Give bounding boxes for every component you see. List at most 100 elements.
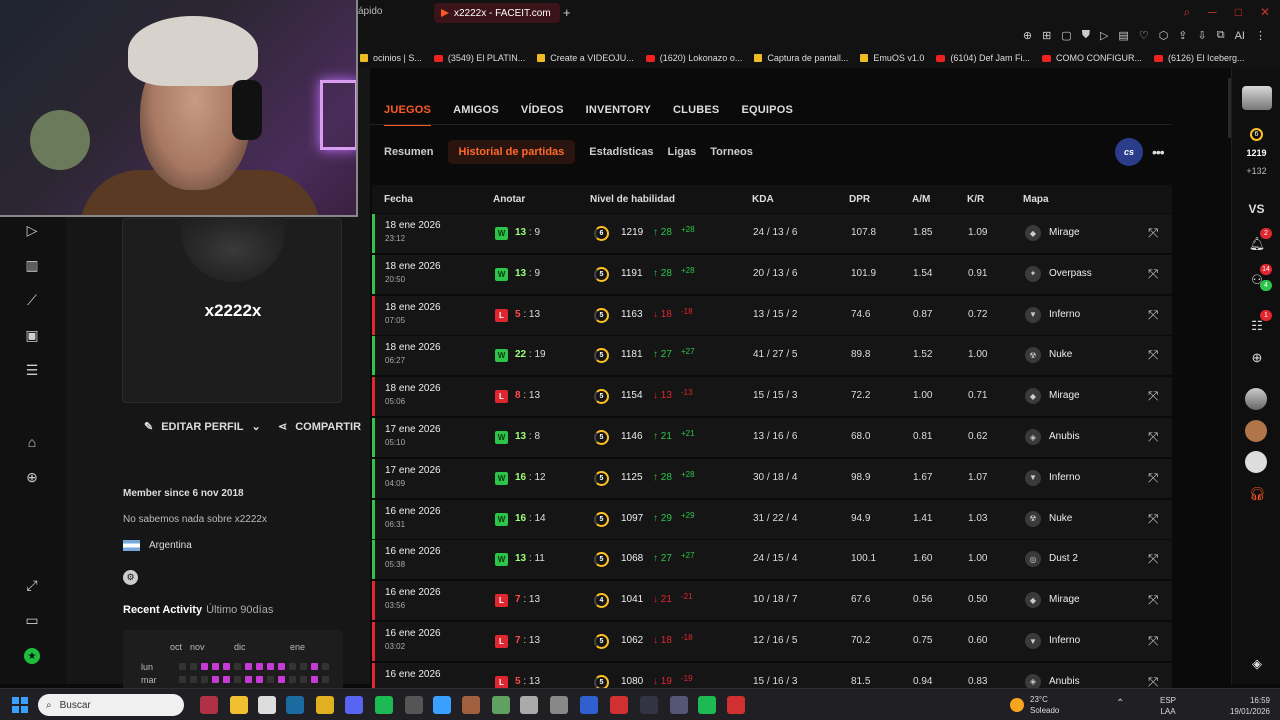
ai-button[interactable]: AI (1235, 30, 1245, 42)
app-icon[interactable] (316, 696, 334, 714)
table-row[interactable]: 16 ene 2026 05:38 W 1068 24 / 15 / 4 100.1 1.6… (372, 540, 1172, 580)
expand-match-icon[interactable]: ⤧ (1148, 225, 1158, 241)
app-icon[interactable] (462, 696, 480, 714)
shield-icon[interactable]: ⛊ (1082, 29, 1090, 42)
app-icon[interactable] (670, 696, 688, 714)
language-indicator[interactable]: ESP LAA (1160, 695, 1176, 717)
add-icon[interactable]: ⊕ (22, 467, 42, 487)
bookmark-item[interactable]: EmuOS v1.0 (860, 53, 924, 63)
app-icon[interactable] (640, 696, 658, 714)
expand-match-icon[interactable]: ⤧ (1148, 307, 1158, 323)
bookmark-item[interactable]: (6104) Def Jam Fi... (936, 53, 1030, 63)
table-row[interactable]: 18 ene 2026 06:27 W 1181 41 / 27 / 5 89.8 1.52… (372, 336, 1172, 376)
close-icon[interactable]: ✕ (1260, 5, 1270, 20)
subtab-estadisticas[interactable]: Estadísticas (589, 140, 653, 164)
table-row[interactable]: 18 ene 2026 07:05 L 1163 13 / 15 / 2 74.6 0.87… (372, 295, 1172, 335)
heart-icon[interactable]: ♡ (1139, 29, 1149, 42)
expand-match-icon[interactable]: ⤧ (1148, 266, 1158, 282)
download-icon[interactable]: ⇩ (1198, 29, 1207, 42)
subtab-torneos[interactable]: Torneos (710, 140, 753, 164)
system-tray[interactable]: ⌃ (1116, 698, 1124, 709)
friend-avatar[interactable] (1245, 388, 1267, 410)
table-row[interactable]: 18 ene 2026 23:12 W 1219 24 / 13 / 6 107.8 1.8… (372, 214, 1172, 253)
share-button[interactable]: ⋖ COMPARTIR (278, 420, 361, 434)
bookmark-item[interactable]: (3549) El PLATIN... (433, 53, 525, 63)
more-options-icon[interactable]: ••• (1152, 144, 1165, 160)
tab-clubes[interactable]: CLUBES (673, 104, 719, 116)
share-icon[interactable]: ⇪ (1178, 29, 1187, 42)
zoom-icon[interactable]: ⊕ (1023, 29, 1032, 42)
app-icon[interactable] (610, 696, 628, 714)
edit-profile-button[interactable]: ✎ EDITAR PERFIL ⌄ (144, 420, 261, 434)
star-icon[interactable]: ★ (24, 648, 40, 664)
spotify-icon[interactable] (698, 696, 716, 714)
subtab-ligas[interactable]: Ligas (668, 140, 697, 164)
app-icon[interactable] (492, 696, 510, 714)
bookmark-item[interactable]: Create a VIDEOJU... (537, 53, 634, 63)
translate-icon[interactable]: ⊞ (1042, 29, 1051, 42)
expand-icon[interactable]: ⤢ (22, 575, 42, 595)
bookmark-item[interactable]: (6126) El Iceberg... (1153, 53, 1245, 63)
puzzle-icon[interactable]: ⧉ (1217, 29, 1225, 42)
expand-match-icon[interactable]: ⤧ (1148, 511, 1158, 527)
app-icon[interactable] (520, 696, 538, 714)
vs-button[interactable]: VS (1232, 202, 1280, 216)
tab-videos[interactable]: VÍDEOS (521, 104, 564, 116)
maximize-icon[interactable]: □ (1235, 5, 1242, 20)
app-icon[interactable] (200, 696, 218, 714)
stats-icon[interactable]: ⟋ (22, 290, 42, 310)
folder-icon[interactable] (230, 696, 248, 714)
add-icon[interactable]: ⊕ (1247, 348, 1267, 368)
taskbar-clock[interactable]: 16:59 19/01/2026 (1226, 695, 1270, 717)
table-row[interactable]: 18 ene 2026 20:50 W 1191 20 / 13 / 6 101.9 1.5… (372, 254, 1172, 294)
weather-widget[interactable]: 23°C Soleado (1010, 694, 1059, 716)
play-icon[interactable]: ▷ (22, 220, 42, 240)
shield-icon[interactable] (580, 696, 598, 714)
steam-icon[interactable] (286, 696, 304, 714)
tab-equipos[interactable]: EQUIPOS (741, 104, 793, 116)
extensions-icon[interactable]: ⬡ (1159, 29, 1169, 42)
app-icon[interactable] (727, 696, 745, 714)
search-icon[interactable]: ⌕ (1183, 5, 1190, 20)
screenshot-icon[interactable]: ▢ (1061, 29, 1071, 42)
list-icon[interactable]: ☰ (22, 360, 42, 380)
expand-match-icon[interactable]: ⤧ (1148, 592, 1158, 608)
expand-match-icon[interactable]: ⤧ (1148, 429, 1158, 445)
tab-inventory[interactable]: INVENTORY (586, 104, 651, 116)
discord-icon[interactable] (345, 696, 363, 714)
bookmark-item[interactable]: Captura de pantall... (754, 53, 848, 63)
expand-match-icon[interactable]: ⤧ (1148, 551, 1158, 567)
cs2-game-badge[interactable]: cs (1115, 138, 1143, 166)
avatar[interactable] (1242, 86, 1272, 110)
subtab-resumen[interactable]: Resumen (384, 140, 434, 164)
table-row[interactable]: 17 ene 2026 04:09 W 1125 30 / 18 / 4 98.9 1.67… (372, 458, 1172, 498)
expand-match-icon[interactable]: ⤧ (1148, 388, 1158, 404)
steam-icon[interactable]: ⚙ (123, 570, 138, 585)
notepad-icon[interactable] (433, 696, 451, 714)
friend-avatar[interactable] (1245, 451, 1267, 473)
bookmark-item[interactable]: COMO CONFIGUR... (1041, 53, 1142, 63)
briefcase-icon[interactable]: ▭ (22, 610, 42, 630)
taskbar-search[interactable]: ⌕ Buscar (38, 694, 184, 716)
expand-match-icon[interactable]: ⤧ (1148, 347, 1158, 363)
faceit-logo-icon[interactable]: ◈ (1247, 654, 1267, 674)
browser-tab-previous[interactable]: ápido (358, 6, 382, 17)
video-icon[interactable]: ▣ (22, 325, 42, 345)
expand-match-icon[interactable]: ⤧ (1148, 633, 1158, 649)
wallet-icon[interactable]: ▤ (1118, 29, 1128, 42)
tab-amigos[interactable]: AMIGOS (453, 104, 499, 116)
expand-match-icon[interactable]: ⤧ (1148, 470, 1158, 486)
windows-start-icon[interactable] (12, 697, 28, 713)
table-row[interactable]: 16 ene 2026 06:31 W 1097 31 / 22 / 4 94.9 1.41… (372, 499, 1172, 539)
new-tab-button[interactable]: + (563, 5, 571, 20)
app-icon[interactable] (550, 696, 568, 714)
table-row[interactable]: 17 ene 2026 05:10 W 1146 13 / 16 / 6 68.0 0.81… (372, 418, 1172, 457)
friend-avatar[interactable] (1245, 420, 1267, 442)
headset-icon[interactable]: 🎧︎ (1247, 484, 1267, 504)
club-icon[interactable]: ⌂ (22, 432, 42, 452)
ranking-icon[interactable]: ▥ (22, 255, 42, 275)
spotify-icon[interactable] (375, 696, 393, 714)
menu-icon[interactable]: ⋮ (1255, 29, 1266, 42)
table-row[interactable]: 16 ene 2026 03:56 L 1041 10 / 18 / 7 67.6 0.56… (372, 581, 1172, 621)
app-icon[interactable] (405, 696, 423, 714)
